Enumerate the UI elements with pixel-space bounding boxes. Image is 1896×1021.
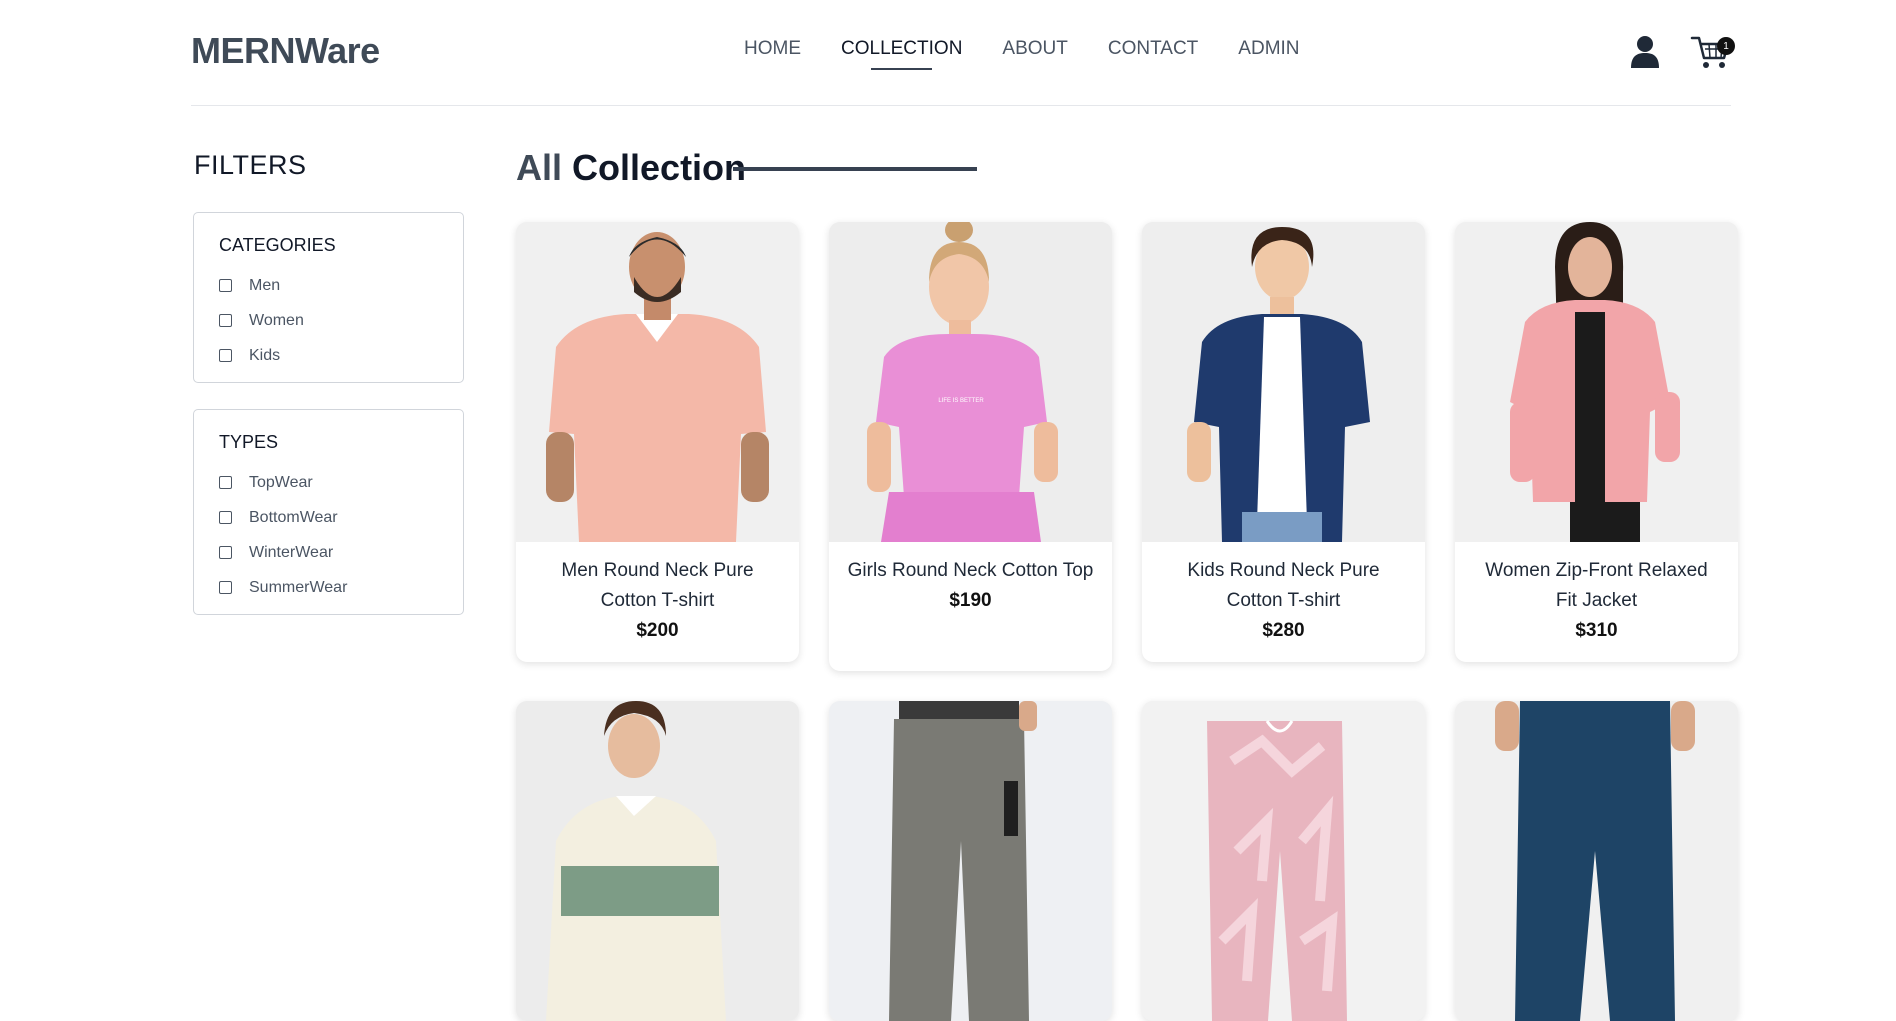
logo[interactable]: MERNWare [191,30,380,72]
product-card[interactable] [516,701,799,1021]
filter-label: Women [249,311,304,329]
checkbox[interactable] [219,476,232,489]
product-image[interactable] [1142,222,1425,542]
product-price: $200 [636,620,679,641]
product-image[interactable] [1455,701,1738,1021]
filter-option-bottomwear[interactable]: BottomWear [219,500,438,535]
product-name: Men Round Neck Pure Cotton T-shirt [561,560,754,611]
filter-option-summerwear[interactable]: SummerWear [219,570,438,605]
title-part-2: Collection [572,147,747,188]
filter-option-women[interactable]: Women [219,303,438,338]
svg-text:LIFE IS BETTER: LIFE IS BETTER [938,398,984,404]
nav-admin[interactable]: ADMIN [1238,38,1299,60]
product-image[interactable] [516,222,799,542]
collection-title: All Collection [516,147,746,189]
checkbox[interactable] [219,279,232,292]
checkbox[interactable] [219,314,232,327]
types-filter: TYPES TopWear BottomWear WinterWear Summ… [193,409,464,615]
product-card[interactable] [1142,701,1425,1021]
filter-label: TopWear [249,473,313,491]
product-name: Women Zip-Front Relaxed Fit Jacket [1485,560,1708,611]
cart-count-badge: 1 [1717,37,1735,55]
filter-label: WinterWear [249,543,334,561]
product-name: Girls Round Neck Cotton Top [847,560,1094,581]
checkbox[interactable] [219,581,232,594]
user-icon[interactable] [1630,34,1660,68]
categories-filter: CATEGORIES Men Women Kids [193,212,464,383]
product-name: Kids Round Neck Pure Cotton T-shirt [1187,560,1380,611]
filter-option-kids[interactable]: Kids [219,338,438,373]
checkbox[interactable] [219,511,232,524]
types-heading: TYPES [219,432,279,452]
product-price: $310 [1575,620,1618,641]
checkbox[interactable] [219,546,232,559]
nav-about[interactable]: ABOUT [1002,38,1067,60]
product-image[interactable] [516,701,799,1021]
filter-label: Kids [249,346,281,364]
product-image[interactable] [829,701,1112,1021]
product-price: $280 [1262,620,1305,641]
filter-option-men[interactable]: Men [219,268,438,303]
product-price: $190 [949,590,992,611]
product-card[interactable]: Kids Round Neck Pure Cotton T-shirt $280 [1142,222,1425,662]
product-card[interactable] [829,701,1112,1021]
header: MERNWare HOME COLLECTION ABOUT CONTACT A… [0,0,1896,106]
nav-home[interactable]: HOME [744,38,801,60]
product-card[interactable]: Women Zip-Front Relaxed Fit Jacket $310 [1455,222,1738,662]
categories-heading: CATEGORIES [219,235,336,255]
filter-option-winterwear[interactable]: WinterWear [219,535,438,570]
filters-title[interactable]: FILTERS [194,150,307,181]
main-nav: HOME COLLECTION ABOUT CONTACT ADMIN [744,38,1300,70]
product-image[interactable] [1455,222,1738,542]
filter-label: BottomWear [249,508,338,526]
product-card[interactable] [1455,701,1738,1021]
product-image[interactable] [1142,701,1425,1021]
product-image[interactable]: LIFE IS BETTER [829,222,1112,542]
nav-collection[interactable]: COLLECTION [841,38,962,70]
filter-option-topwear[interactable]: TopWear [219,465,438,500]
title-underline [733,167,977,171]
nav-contact[interactable]: CONTACT [1108,38,1198,60]
title-part-1: All [516,147,563,188]
filter-label: SummerWear [249,578,348,596]
checkbox[interactable] [219,349,232,362]
header-divider [191,105,1731,106]
filter-label: Men [249,276,281,294]
product-card[interactable]: Men Round Neck Pure Cotton T-shirt $200 [516,222,799,662]
product-card[interactable]: LIFE IS BETTER Girls Round Neck Cotton T… [829,222,1112,671]
